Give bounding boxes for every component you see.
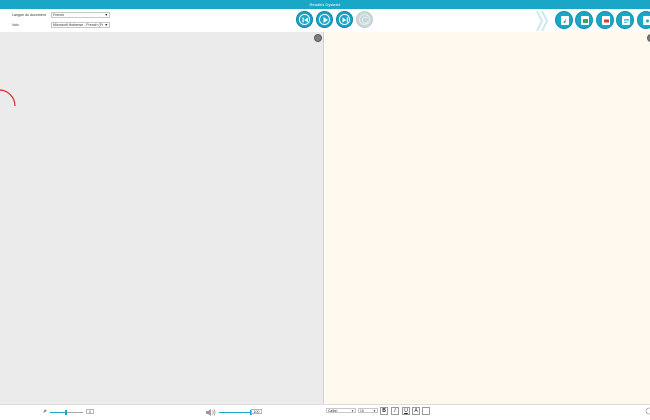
voice-label: Voix	[12, 23, 19, 27]
play-button[interactable]	[316, 11, 333, 28]
voice-value: Microsoft Hortense - French (Fr	[53, 23, 104, 27]
speed-value: 0	[89, 410, 91, 414]
export-document-button[interactable]	[616, 11, 634, 29]
image-file-icon	[581, 16, 589, 25]
zoom-fit-button[interactable]	[314, 34, 322, 42]
pdf-file-icon	[602, 16, 610, 25]
rocket-icon	[40, 409, 47, 416]
text-editor-pane[interactable]	[325, 32, 650, 404]
speed-slider-fill	[50, 411, 66, 413]
document-preview-pane	[0, 32, 324, 404]
volume-value-box[interactable]: 100	[251, 409, 262, 414]
chevron-down-icon: ▼	[373, 409, 376, 413]
title-bar: Readiris Dyslexie	[0, 0, 650, 9]
chevron-down-icon: ▼	[104, 13, 108, 17]
document-language-label: Langue du document	[12, 13, 46, 17]
status-bar: 0 100 Calibri ▼ 16 ▼	[0, 404, 650, 420]
settings-button[interactable]	[637, 11, 650, 29]
loading-spinner-icon	[0, 89, 16, 107]
refresh-icon	[361, 16, 369, 24]
clear-icon[interactable]	[645, 407, 650, 415]
export-image-button[interactable]	[575, 11, 593, 29]
document-language-select[interactable]: French ▼	[51, 12, 110, 18]
speed-value-box[interactable]: 0	[86, 409, 94, 414]
volume-slider-fill	[219, 411, 251, 413]
skip-back-icon	[302, 17, 308, 23]
chevron-right-icon	[536, 11, 549, 31]
text-color-button[interactable]: A	[412, 407, 420, 415]
stop-button[interactable]	[356, 11, 373, 28]
italic-button[interactable]: I	[391, 407, 399, 415]
volume-value: 100	[253, 410, 260, 414]
export-audio-button[interactable]	[555, 11, 573, 29]
app-title: Readiris Dyslexie	[309, 2, 341, 7]
document-language-value: French	[53, 13, 65, 17]
font-size-select[interactable]: 16 ▼	[358, 408, 378, 413]
highlight-color-button[interactable]	[422, 407, 430, 415]
underline-button[interactable]: U	[402, 407, 410, 415]
bold-button[interactable]: B	[380, 407, 388, 415]
next-button[interactable]	[336, 11, 353, 28]
chevron-down-icon: ▼	[104, 23, 108, 27]
audio-file-icon	[561, 16, 569, 25]
skip-forward-icon	[342, 17, 348, 23]
font-select[interactable]: Calibri ▼	[326, 408, 356, 413]
chevron-down-icon: ▼	[351, 409, 354, 413]
font-value: Calibri	[328, 409, 338, 413]
document-file-icon	[622, 16, 630, 25]
play-icon	[323, 17, 328, 23]
voice-select[interactable]: Microsoft Hortense - French (Fr ▼	[51, 22, 110, 28]
volume-icon	[206, 409, 216, 416]
main-toolbar: Langue du document French ▼ Voix Microso…	[0, 9, 650, 32]
font-size-value: 16	[360, 409, 364, 413]
settings-file-icon	[643, 16, 650, 25]
speed-slider-thumb[interactable]	[65, 410, 67, 415]
export-pdf-button[interactable]	[596, 11, 614, 29]
previous-button[interactable]	[296, 11, 313, 28]
